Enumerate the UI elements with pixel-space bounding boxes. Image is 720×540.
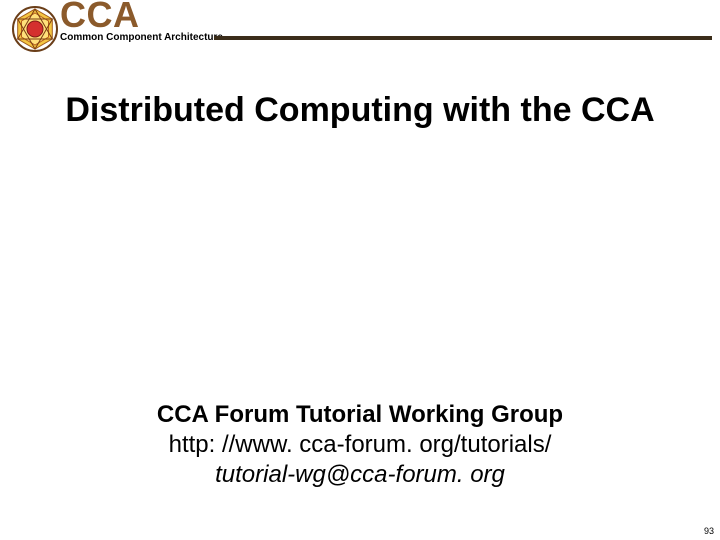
slide: CCA Common Component Architecture Distri… [0, 0, 720, 540]
footer-block: CCA Forum Tutorial Working Group http: /… [0, 400, 720, 490]
header-subtitle: Common Component Architecture [60, 32, 223, 43]
cca-logo-icon [12, 6, 58, 52]
slide-title: Distributed Computing with the CCA [0, 90, 720, 131]
page-number: 93 [704, 526, 714, 536]
footer-url: http: //www. cca-forum. org/tutorials/ [0, 430, 720, 460]
header-rule [214, 36, 712, 40]
footer-email: tutorial-wg@cca-forum. org [0, 460, 720, 490]
footer-group: CCA Forum Tutorial Working Group [0, 400, 720, 430]
header-acronym: CCA [60, 0, 140, 35]
header: CCA Common Component Architecture [0, 0, 720, 58]
